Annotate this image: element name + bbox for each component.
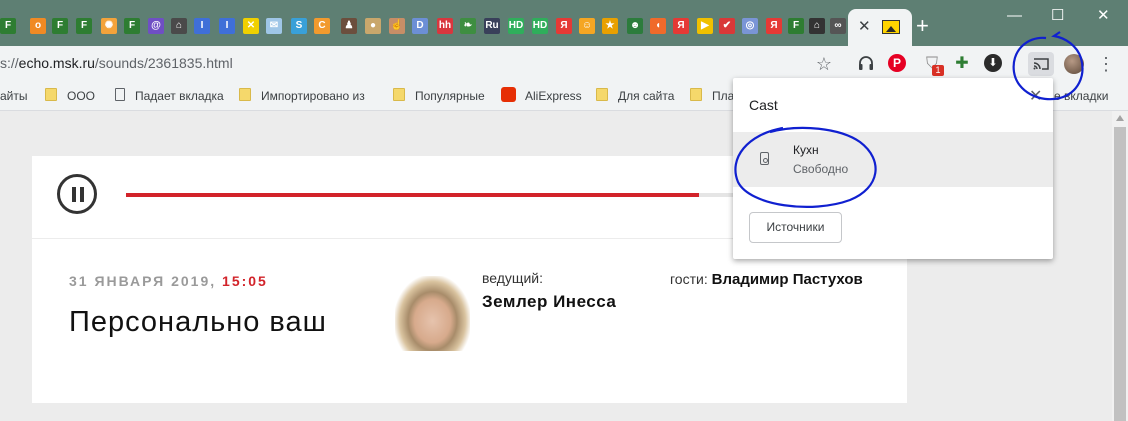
- f-icon[interactable]: F: [0, 18, 16, 34]
- extension-badge: 1: [932, 65, 944, 76]
- folder-icon: [393, 88, 405, 101]
- sink-name: Кухн: [793, 143, 819, 157]
- yandex-icon[interactable]: Я: [673, 18, 689, 34]
- bookmark-item[interactable]: AliExpress: [525, 88, 582, 104]
- progress-fill: [126, 193, 700, 197]
- bookmark-item[interactable]: Для сайта: [618, 88, 674, 104]
- active-tab-favicon-icon: [882, 20, 900, 34]
- cursor-icon[interactable]: I: [194, 18, 210, 34]
- folder-icon: [596, 88, 608, 101]
- sources-button[interactable]: Источники: [749, 212, 842, 243]
- url-host: echo.msk.ru: [18, 55, 95, 71]
- toolbar: s://echo.msk.ru/sounds/2361835.html ☆ P …: [0, 46, 1128, 82]
- bookmark-item[interactable]: айты: [0, 88, 28, 104]
- home-icon[interactable]: ⌂: [171, 18, 187, 34]
- close-tab-icon[interactable]: ✕: [858, 18, 871, 36]
- bulb-icon[interactable]: ◎: [742, 18, 758, 34]
- star-icon[interactable]: ★: [602, 18, 618, 34]
- speaker-icon: [760, 152, 769, 165]
- new-tab-button[interactable]: +: [916, 14, 929, 38]
- host-label: ведущий:: [482, 270, 543, 286]
- active-tab[interactable]: ✕: [848, 9, 912, 46]
- f-icon[interactable]: F: [788, 18, 804, 34]
- circle-icon[interactable]: ●: [365, 18, 381, 34]
- yandex-icon[interactable]: Я: [556, 18, 572, 34]
- person-icon[interactable]: ♟: [341, 18, 357, 34]
- cast-toolbar-button[interactable]: [1028, 52, 1054, 76]
- host-name[interactable]: Землер Инесса: [482, 292, 616, 312]
- minimize-button[interactable]: —: [1007, 7, 1022, 25]
- profile-avatar[interactable]: [1064, 54, 1084, 74]
- c-icon[interactable]: C: [314, 18, 330, 34]
- check-icon[interactable]: ✔: [719, 18, 735, 34]
- folder-icon: [690, 88, 702, 101]
- mail-icon[interactable]: ✉: [266, 18, 282, 34]
- aliexpress-icon: [501, 87, 516, 102]
- folder-icon: [239, 88, 251, 101]
- film-reel-icon[interactable]: ✺: [101, 18, 117, 34]
- sink-status: Свободно: [793, 162, 849, 176]
- guests: гости: Владимир Пастухов: [670, 271, 863, 288]
- tab-strip: Fo F F ✺ F @ ⌂ I I ✕ ✉ S C ♟ ● ☝ Dhh ❧ Ru HD HD Я ☺ ★ ☻ ◖ Я ▶ ✔ ◎ Я F ⌂ ∞…: [0, 0, 1128, 46]
- f-icon[interactable]: F: [124, 18, 140, 34]
- close-icon[interactable]: ✕: [1029, 86, 1042, 106]
- home-icon[interactable]: ⌂: [809, 18, 825, 34]
- url-path: /sounds/2361835.html: [94, 55, 233, 71]
- f-icon[interactable]: F: [76, 18, 92, 34]
- program-title[interactable]: Персонально ваш: [69, 306, 327, 339]
- scrollbar[interactable]: [1112, 111, 1128, 421]
- bookmark-item[interactable]: Популярные: [415, 88, 485, 104]
- cross-icon[interactable]: ✕: [243, 18, 259, 34]
- hh-icon[interactable]: hh: [437, 18, 453, 34]
- guest-name[interactable]: Владимир Пастухов: [712, 271, 863, 288]
- cast-sink-item[interactable]: Кухн Свободно: [733, 132, 1053, 187]
- finger-icon[interactable]: ☝: [389, 18, 405, 34]
- address-bar[interactable]: s://echo.msk.ru/sounds/2361835.html: [0, 55, 233, 71]
- cast-dialog-title: Cast: [749, 97, 778, 113]
- folder-icon: [45, 88, 57, 101]
- s-icon[interactable]: S: [291, 18, 307, 34]
- hd-icon[interactable]: HD: [508, 18, 524, 34]
- at-icon[interactable]: @: [148, 18, 164, 34]
- scroll-thumb[interactable]: [1114, 127, 1126, 421]
- broadcast-date: 31 ЯНВАРЯ 2019, 15:05: [69, 273, 268, 289]
- page-icon: [115, 88, 125, 101]
- cast-dialog: Cast ✕ Кухн Свободно Источники: [733, 78, 1053, 259]
- broadcast-time: 15:05: [222, 273, 268, 289]
- d-icon[interactable]: D: [412, 18, 428, 34]
- pinterest-icon[interactable]: P: [888, 54, 906, 72]
- bookmark-item[interactable]: ООО: [67, 88, 95, 104]
- pause-button[interactable]: [57, 174, 97, 214]
- date-text: 31 ЯНВАРЯ 2019,: [69, 273, 223, 289]
- smile-icon[interactable]: ☺: [579, 18, 595, 34]
- url-scheme: s://: [0, 55, 19, 71]
- oo-icon[interactable]: ∞: [830, 18, 846, 34]
- headphones-icon[interactable]: [856, 54, 876, 74]
- guests-label: гости:: [670, 271, 712, 287]
- bookmark-item[interactable]: Пла: [712, 88, 734, 104]
- colorful-extension-icon[interactable]: ✚: [952, 54, 972, 74]
- speech-icon[interactable]: ◖: [650, 18, 666, 34]
- other-bookmarks[interactable]: е вкладки: [1054, 88, 1108, 104]
- progress-track[interactable]: [126, 193, 736, 197]
- window-close-button[interactable]: ✕: [1097, 7, 1110, 25]
- scroll-up-arrow-icon[interactable]: [1116, 115, 1124, 121]
- leaf-icon[interactable]: ❧: [460, 18, 476, 34]
- bookmark-star-icon[interactable]: ☆: [814, 54, 834, 74]
- play-icon[interactable]: ▶: [697, 18, 713, 34]
- face-icon[interactable]: ☻: [627, 18, 643, 34]
- download-icon[interactable]: ⬇: [984, 54, 1002, 72]
- cast-icon: [1033, 58, 1049, 70]
- cursor-icon[interactable]: I: [219, 18, 235, 34]
- bookmark-item[interactable]: Падает вкладка: [135, 88, 224, 104]
- f-icon[interactable]: F: [52, 18, 68, 34]
- bookmark-item[interactable]: Импортировано из: [261, 88, 365, 104]
- menu-icon[interactable]: ⋮: [1096, 54, 1116, 74]
- yandex-icon[interactable]: Я: [766, 18, 782, 34]
- host-photo[interactable]: [395, 276, 470, 351]
- hd-icon[interactable]: HD: [532, 18, 548, 34]
- o-icon[interactable]: o: [30, 18, 46, 34]
- maximize-button[interactable]: ☐: [1051, 7, 1064, 25]
- ru-icon[interactable]: Ru: [484, 18, 500, 34]
